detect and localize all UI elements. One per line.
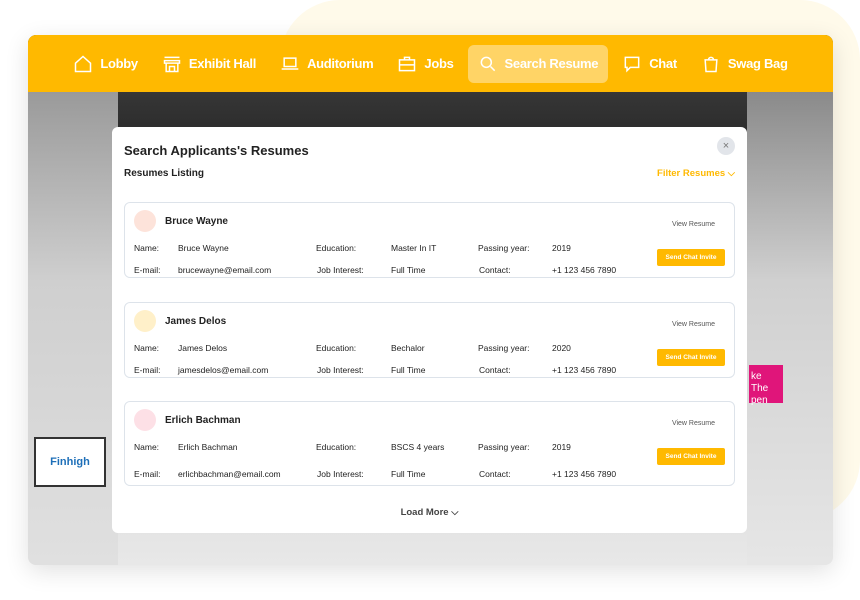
load-more-label: Load More [400, 507, 449, 518]
applicant-name: Erlich Bachman [165, 415, 241, 426]
avatar [134, 310, 156, 332]
job-interest-label: Job Interest: [317, 469, 364, 479]
avatar [134, 210, 156, 232]
email-value: brucewayne@email.com [178, 265, 272, 275]
nav-label: Lobby [100, 56, 138, 71]
education-value: Master In IT [391, 243, 437, 253]
view-resume-link[interactable]: View Resume [672, 420, 715, 427]
modal-title: Search Applicants's Resumes [124, 143, 309, 158]
education-value: BSCS 4 years [391, 442, 445, 452]
passing-year-value: 2019 [552, 243, 571, 253]
name-value: Erlich Bachman [178, 442, 238, 452]
nav-label: Jobs [424, 56, 454, 71]
contact-label: Contact: [479, 265, 511, 275]
passing-year-label: Passing year: [478, 343, 530, 353]
banner: ke The pen [749, 365, 783, 406]
job-interest-value: Full Time [391, 365, 426, 375]
contact-value: +1 123 456 7890 [552, 365, 617, 375]
name-label: Name: [134, 243, 160, 253]
contact-value: +1 123 456 7890 [552, 265, 617, 275]
view-resume-link[interactable]: View Resume [672, 221, 715, 228]
applicant-name: Bruce Wayne [165, 216, 228, 227]
section-subtitle: Resumes Listing [124, 168, 205, 179]
avatar [134, 409, 156, 431]
laptop-icon [281, 56, 299, 70]
name-value: Bruce Wayne [178, 243, 229, 253]
close-icon[interactable]: × [717, 137, 735, 155]
venue-background-left: Finhigh [28, 92, 118, 565]
name-label: Name: [134, 442, 160, 452]
email-value: erlichbachman@email.com [178, 469, 281, 479]
filter-resumes-button[interactable]: Filter Resumes ⌵ [657, 168, 735, 179]
nav-auditorium[interactable]: Auditorium [270, 45, 383, 83]
app-window: Finhigh ke The pen Lobby Exhibit Hall Audi… [28, 35, 833, 565]
contact-label: Contact: [479, 365, 511, 375]
briefcase-icon [399, 56, 416, 71]
contact-label: Contact: [479, 469, 511, 479]
nav-swag-bag[interactable]: Swag Bag [691, 45, 798, 83]
chevron-down-icon: ⌵ [727, 168, 735, 179]
applicant-card: Erlich Bachman Name: Erlich Bachman Educ… [124, 401, 735, 486]
nav-chat[interactable]: Chat [612, 45, 687, 83]
nav-label: Auditorium [307, 56, 374, 71]
nav-lobby[interactable]: Lobby [63, 45, 148, 83]
send-chat-invite-button[interactable]: Send Chat Invite [657, 349, 725, 366]
nav-label: Chat [649, 56, 677, 71]
passing-year-value: 2019 [552, 442, 571, 452]
passing-year-label: Passing year: [478, 442, 530, 452]
passing-year-value: 2020 [552, 343, 571, 353]
job-interest-value: Full Time [391, 469, 426, 479]
top-nav: Lobby Exhibit Hall Auditorium Jobs Search Re… [28, 35, 833, 92]
chevron-down-icon: ⌵ [451, 507, 459, 518]
finhigh-sign: Finhigh [34, 437, 106, 487]
load-more-button[interactable]: Load More ⌵ [112, 507, 747, 518]
name-label: Name: [134, 343, 160, 353]
email-label: E-mail: [134, 365, 161, 375]
chat-icon [624, 56, 640, 72]
email-label: E-mail: [134, 265, 161, 275]
nav-exhibit-hall[interactable]: Exhibit Hall [152, 45, 266, 83]
job-interest-label: Job Interest: [317, 265, 364, 275]
education-value: Bechalor [391, 343, 425, 353]
job-interest-value: Full Time [391, 265, 426, 275]
resume-modal: Search Applicants's Resumes × Resumes Li… [112, 127, 747, 533]
view-resume-link[interactable]: View Resume [672, 321, 715, 328]
education-label: Education: [316, 243, 357, 253]
store-icon [163, 56, 181, 72]
education-label: Education: [316, 343, 357, 353]
email-value: jamesdelos@email.com [178, 365, 269, 375]
send-chat-invite-button[interactable]: Send Chat Invite [657, 448, 725, 465]
passing-year-label: Passing year: [478, 243, 530, 253]
venue-background-right [747, 92, 833, 565]
nav-label: Swag Bag [727, 56, 788, 71]
send-chat-invite-button[interactable]: Send Chat Invite [657, 249, 725, 266]
nav-jobs[interactable]: Jobs [387, 45, 463, 83]
filter-label: Filter Resumes [657, 168, 726, 179]
applicant-card: Bruce Wayne Name: Bruce Wayne Education:… [124, 202, 735, 278]
education-label: Education: [316, 442, 357, 452]
search-icon [480, 56, 495, 71]
email-label: E-mail: [134, 469, 161, 479]
nav-label: Search Resume [504, 56, 599, 71]
home-icon [75, 54, 92, 72]
contact-value: +1 123 456 7890 [552, 469, 617, 479]
job-interest-label: Job Interest: [317, 365, 364, 375]
nav-search-resume[interactable]: Search Resume [467, 44, 609, 83]
nav-label: Exhibit Hall [188, 56, 257, 71]
applicant-card: James Delos Name: James Delos Education:… [124, 302, 735, 378]
applicant-name: James Delos [165, 316, 227, 327]
name-value: James Delos [178, 343, 228, 353]
bag-icon [704, 56, 718, 72]
